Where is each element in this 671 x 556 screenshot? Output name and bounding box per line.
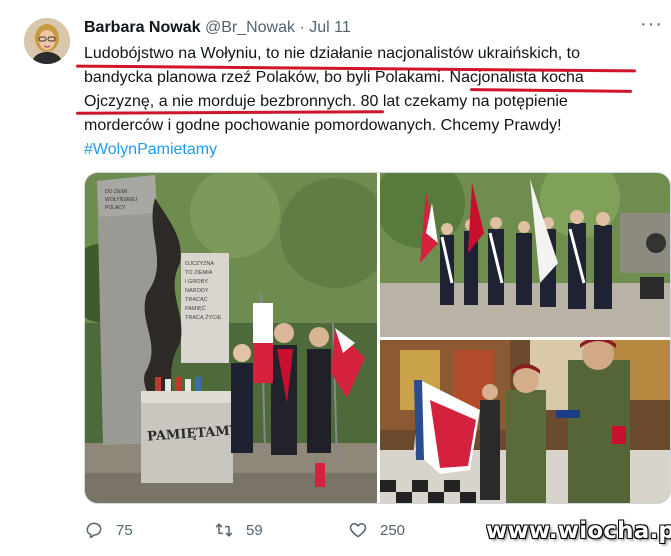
retweet-count: 59 <box>246 521 263 539</box>
tweet-text-line: Ludobójstwo na Wołyniu, to nie działanie… <box>84 45 580 62</box>
reply-button[interactable]: 75 <box>84 517 133 543</box>
plaque-line: TRACĄC <box>185 297 208 303</box>
tweet-date[interactable]: Jul 11 <box>309 19 351 36</box>
retweet-icon <box>215 523 233 537</box>
tweet-header: Barbara Nowak @Br_Nowak · Jul 11 <box>84 19 351 37</box>
heart-icon <box>349 523 367 538</box>
retweet-button[interactable]: 59 <box>214 517 263 543</box>
plaque-line: POLACY <box>105 205 126 211</box>
tweet-text-line: morderców i godne pochowanie pomordowany… <box>84 117 562 134</box>
plaque-line: I GROBY. <box>185 279 209 285</box>
plaque-line: OJCZYZNA <box>185 261 214 267</box>
plaque-line: PAMIĘĆ <box>185 305 206 312</box>
separator-dot: · <box>299 19 305 36</box>
photo-monument[interactable]: OJCZYZNA TO ZIEMIA I GROBY. NARODY TRACĄ… <box>85 173 377 503</box>
plaque-line: TRACĄ ŻYCIE <box>185 314 222 321</box>
reply-count: 75 <box>116 521 133 539</box>
media-grid: OJCZYZNA TO ZIEMIA I GROBY. NARODY TRACĄ… <box>84 172 671 504</box>
author-handle[interactable]: @Br_Nowak <box>205 19 295 36</box>
tweet-text: Ludobójstwo na Wołyniu, to nie działanie… <box>84 42 664 162</box>
plaque-line: DO ZIEMI <box>105 189 127 195</box>
photo-soldiers-church[interactable] <box>380 340 670 503</box>
hashtag-link[interactable]: #WolynPamietamy <box>84 138 664 162</box>
reply-icon <box>86 522 102 539</box>
like-button[interactable]: 250 <box>348 517 405 543</box>
plaque-line: WOŁYŃSKIEJ <box>105 196 138 203</box>
like-count: 250 <box>380 521 406 539</box>
site-watermark: www.wiocha.pl <box>486 518 671 544</box>
photo-flag-bearers[interactable] <box>380 173 670 337</box>
plaque-line: TO ZIEMIA <box>185 270 213 276</box>
author-name[interactable]: Barbara Nowak <box>84 19 201 36</box>
more-options-icon[interactable]: ··· <box>640 13 663 36</box>
avatar[interactable] <box>24 18 70 64</box>
avatar-image <box>24 18 70 64</box>
plaque-line: NARODY <box>185 288 209 294</box>
